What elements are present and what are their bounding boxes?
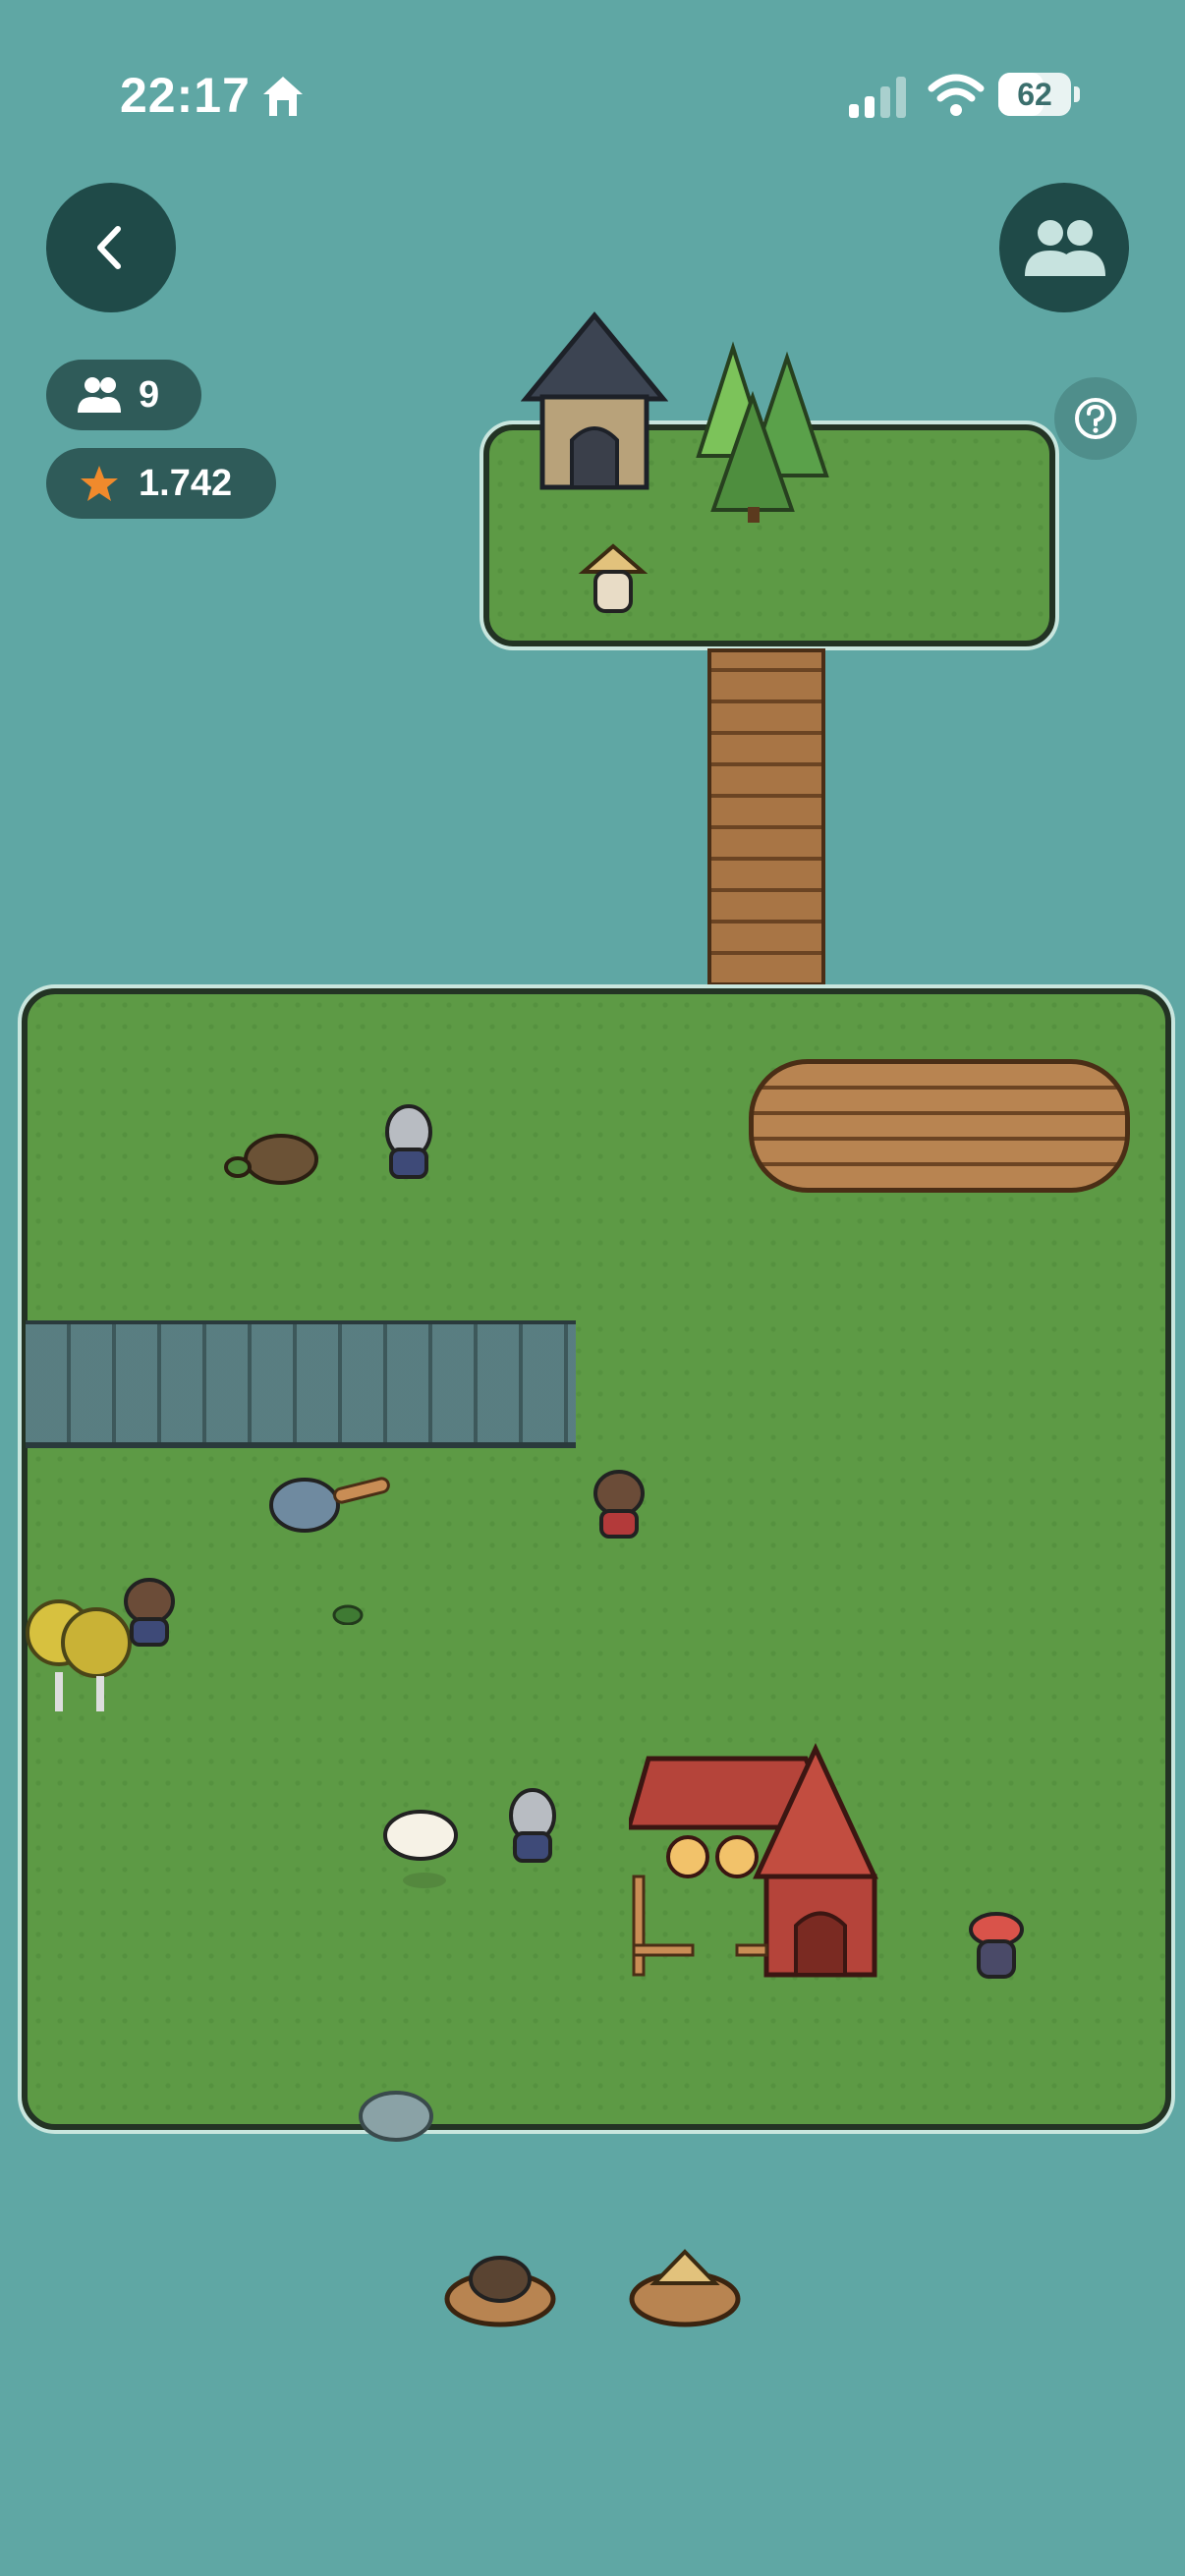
small-shrub	[332, 1604, 364, 1625]
people-icon	[1025, 220, 1105, 276]
cellular-signal-icon	[849, 77, 906, 118]
boat-boar[interactable]	[442, 2244, 558, 2330]
dark-roof-house[interactable]	[521, 310, 668, 497]
grey-rock	[359, 2091, 433, 2142]
help-button[interactable]	[1054, 377, 1137, 460]
friends-button[interactable]	[999, 183, 1129, 312]
hooded-villager-center[interactable]	[584, 1464, 654, 1546]
stars-pill: 1.742	[46, 448, 276, 519]
hooded-villager-left[interactable]	[114, 1572, 185, 1654]
sheep[interactable]	[381, 1804, 466, 1892]
helmet-knight-2[interactable]	[497, 1784, 568, 1867]
battery-percent: 62	[1017, 77, 1052, 112]
back-button[interactable]	[46, 183, 176, 312]
wifi-icon	[928, 74, 985, 116]
players-count-pill: 9	[46, 360, 201, 430]
status-time: 22:17	[120, 68, 251, 123]
question-mark-icon	[1075, 398, 1116, 439]
straw-hat-villager[interactable]	[578, 542, 649, 625]
people-icon	[78, 377, 121, 413]
home-icon	[263, 77, 303, 116]
helmet-knight[interactable]	[373, 1100, 444, 1183]
boat-straw-hat[interactable]	[627, 2244, 743, 2330]
battery-icon: 62	[998, 73, 1081, 118]
red-barn[interactable]	[629, 1739, 894, 1985]
shark-with-paddle[interactable]	[257, 1464, 391, 1542]
players-count: 9	[139, 373, 160, 416]
stars-value: 1.742	[139, 462, 233, 504]
red-cap-villager[interactable]	[961, 1904, 1032, 1987]
chevron-left-icon	[97, 226, 121, 269]
star-icon	[81, 466, 118, 501]
stone-cliff	[26, 1320, 576, 1448]
wooden-dock[interactable]	[749, 1059, 1130, 1193]
turtle[interactable]	[224, 1124, 326, 1193]
pine-trees	[696, 341, 829, 523]
wooden-bridge	[707, 648, 825, 986]
